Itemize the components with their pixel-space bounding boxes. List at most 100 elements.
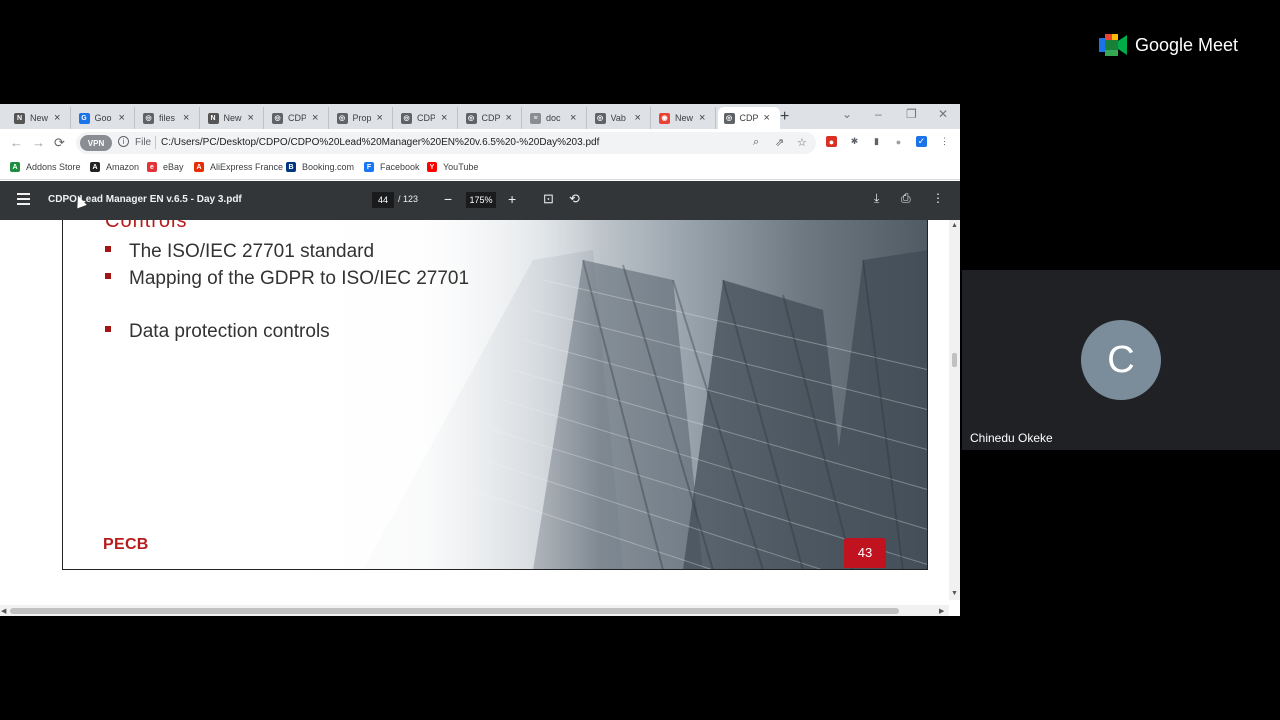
- bookmark-label: AliExpress France: [210, 162, 284, 172]
- tab-close-icon[interactable]: ×: [248, 112, 254, 124]
- globe-icon: ◎: [143, 112, 154, 124]
- globe-icon: ◎: [723, 112, 735, 124]
- vpn-badge[interactable]: VPN: [80, 135, 112, 151]
- bookmark-label: Booking.com: [302, 162, 355, 172]
- tab-title: CDP: [417, 113, 435, 123]
- pdf-more-icon[interactable]: ⋮: [932, 191, 944, 205]
- tab-6[interactable]: ◎ Prop ×: [331, 107, 393, 129]
- tab-11[interactable]: ◉ New ×: [653, 107, 716, 129]
- bookmark-facebook[interactable]: F Facebook: [364, 162, 420, 172]
- scroll-left-arrow-icon[interactable]: ◀: [1, 607, 6, 615]
- tab-close-icon[interactable]: ×: [764, 112, 770, 124]
- tab-12[interactable]: ◎ CDP ×: [717, 107, 780, 129]
- tab-2[interactable]: G Goo ×: [73, 107, 135, 129]
- zoom-level-input[interactable]: 175%: [466, 192, 496, 208]
- tab-title: CDP: [739, 113, 758, 123]
- youtube-icon: Y: [427, 162, 437, 172]
- tab-close-icon[interactable]: ×: [119, 112, 125, 124]
- scroll-down-arrow-icon[interactable]: ▼: [951, 590, 958, 597]
- window-close-button[interactable]: ✕: [938, 107, 948, 121]
- bookmark-ebay[interactable]: e eBay: [147, 162, 184, 172]
- share-icon[interactable]: ⇗: [775, 136, 784, 149]
- slide-bullet: The ISO/IEC 27701 standard: [105, 239, 489, 265]
- tab-close-icon[interactable]: ×: [441, 112, 447, 124]
- scroll-up-arrow-icon[interactable]: ▲: [951, 222, 958, 229]
- tab-close-icon[interactable]: ×: [312, 112, 318, 124]
- globe-icon: ◎: [401, 112, 412, 124]
- sidebar-menu-icon[interactable]: [17, 193, 30, 205]
- print-icon[interactable]: ⎙: [901, 191, 911, 206]
- tab-close-icon[interactable]: ×: [54, 112, 60, 124]
- participant-tile[interactable]: C Chinedu Okeke: [962, 270, 1280, 450]
- tab-9[interactable]: ≡ doc ×: [524, 107, 587, 129]
- back-arrow-icon[interactable]: ←: [10, 135, 23, 150]
- profile-avatar-icon[interactable]: ●: [893, 136, 904, 147]
- vertical-scroll-thumb[interactable]: [952, 353, 957, 367]
- globe-icon: ◎: [594, 112, 606, 124]
- shield-extension-icon[interactable]: ✓: [916, 136, 927, 147]
- browser-menu-icon[interactable]: ⋮: [939, 136, 950, 147]
- zoom-icon[interactable]: ⌕: [753, 136, 759, 149]
- bullet-text: Data protection controls: [129, 321, 330, 342]
- extensions-puzzle-icon[interactable]: ✱: [849, 136, 860, 147]
- forward-arrow-icon[interactable]: →: [32, 135, 45, 150]
- download-icon[interactable]: ⤓: [874, 191, 879, 206]
- info-icon[interactable]: i: [118, 136, 129, 147]
- vertical-scrollbar[interactable]: ▲ ▼: [949, 220, 960, 600]
- tab-title: New: [223, 113, 242, 123]
- tab-close-icon[interactable]: ×: [183, 112, 189, 124]
- tab-strip: N New × G Goo × ◎ files × N New × ◎ CDP × ◎ Prop × ◎ CDP × ◎ C…: [0, 104, 960, 129]
- url-text[interactable]: C:/Users/PC/Desktop/CDPO/CDPO%20Lead%20M…: [161, 137, 599, 148]
- reload-icon[interactable]: ⟳: [54, 135, 65, 151]
- bookmark-star-icon[interactable]: ☆: [797, 136, 807, 149]
- restore-button[interactable]: ❐: [906, 107, 917, 121]
- horizontal-scrollbar[interactable]: ◀ ▶: [0, 605, 949, 616]
- tab-3[interactable]: ◎ files ×: [137, 107, 200, 129]
- rotate-icon[interactable]: ⟲: [569, 191, 580, 207]
- address-bar[interactable]: VPN i File C:/Users/PC/Desktop/CDPO/CDPO…: [76, 132, 816, 154]
- new-tab-button[interactable]: +: [780, 108, 789, 126]
- tab-4[interactable]: N New ×: [202, 107, 264, 129]
- horizontal-scroll-thumb[interactable]: [10, 608, 899, 614]
- adblock-extension-icon[interactable]: ●: [826, 136, 837, 147]
- google-meet-logo: Google Meet: [1099, 34, 1238, 56]
- tab-title: Prop: [352, 113, 371, 123]
- tab-close-icon[interactable]: ×: [506, 112, 512, 124]
- tab-close-icon[interactable]: ×: [635, 112, 641, 124]
- google-drive-icon: G: [78, 112, 90, 124]
- tab-close-icon[interactable]: ×: [377, 112, 383, 124]
- bookmark-youtube[interactable]: Y YouTube: [427, 162, 478, 172]
- url-separator: [155, 136, 156, 149]
- tab-1[interactable]: N New ×: [8, 107, 71, 129]
- bookmark-label: Facebook: [380, 162, 420, 172]
- tab-7[interactable]: ◎ CDP ×: [395, 107, 458, 129]
- tab-close-icon[interactable]: ×: [699, 112, 705, 124]
- bookmark-addons-store[interactable]: A Addons Store: [10, 162, 81, 172]
- tab-close-icon[interactable]: ×: [570, 112, 576, 124]
- bookmark-booking-com[interactable]: B Booking.com: [286, 162, 354, 172]
- participant-name: Chinedu Okeke: [970, 431, 1053, 445]
- tab-10[interactable]: ◎ Vab ×: [589, 107, 651, 129]
- page-number-input[interactable]: 44: [372, 192, 394, 208]
- zoom-in-icon[interactable]: +: [508, 191, 516, 207]
- slide-number-badge: 43: [844, 538, 886, 568]
- tab-title: files: [159, 113, 176, 123]
- tab-title: New: [675, 113, 693, 123]
- pdf-viewport[interactable]: Controls The ISO/IEC 27701 standard Mapp…: [0, 220, 960, 616]
- minimize-button[interactable]: –: [875, 107, 882, 121]
- bookmark-aliexpress-france[interactable]: A AliExpress France: [194, 162, 283, 172]
- tab-5[interactable]: ◎ CDP ×: [266, 107, 329, 129]
- bookmark-amazon[interactable]: A Amazon: [90, 162, 139, 172]
- notion-icon: N: [14, 112, 25, 124]
- tab-8[interactable]: ◎ CDP ×: [460, 107, 522, 129]
- tab-title: CDP: [481, 113, 500, 123]
- chrome-icon: ◉: [659, 112, 670, 124]
- bookmark-label: YouTube: [443, 162, 479, 172]
- booking-icon: B: [286, 162, 296, 172]
- scroll-right-arrow-icon[interactable]: ▶: [939, 607, 944, 615]
- browser-toolbar: ← → ⟳ VPN i File C:/Users/PC/Desktop/CDP…: [0, 129, 960, 157]
- side-panel-icon[interactable]: ▮: [871, 136, 882, 147]
- fit-page-icon[interactable]: ⊡: [543, 191, 554, 207]
- tab-search-icon[interactable]: ⌄: [842, 107, 852, 121]
- zoom-out-icon[interactable]: −: [444, 191, 452, 207]
